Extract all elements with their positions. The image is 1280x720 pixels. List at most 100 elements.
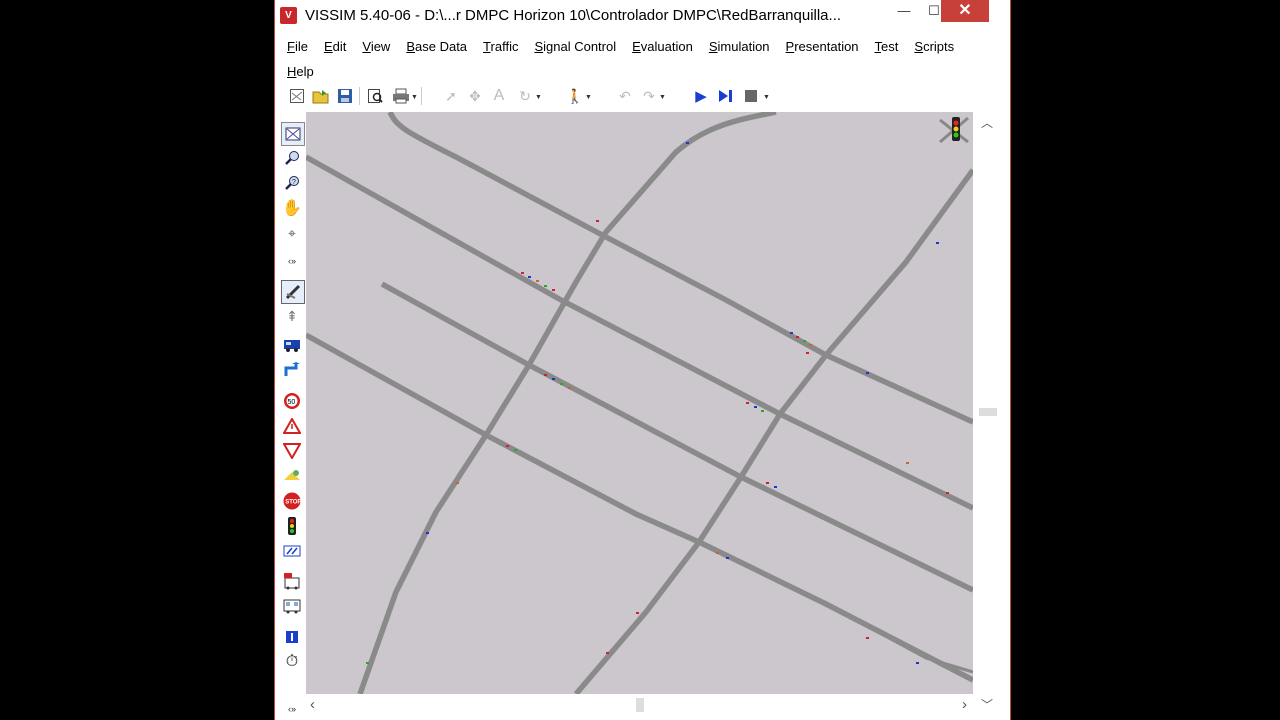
menu-help[interactable]: Help — [279, 64, 322, 79]
menu-signal-control[interactable]: Signal Control — [526, 39, 624, 54]
vissim-window: V VISSIM 5.40-06 - D:\...r DMPC Horizon … — [274, 0, 1011, 720]
rotate-dropdown-icon[interactable]: ▼ — [535, 94, 542, 101]
pan-hand-icon[interactable]: ✋ — [281, 197, 303, 219]
zoom-extents-icon[interactable] — [281, 122, 305, 146]
road-link — [387, 112, 973, 425]
collapse-icon[interactable]: ‹» — [281, 250, 303, 272]
minimize-button[interactable]: — — [887, 0, 921, 22]
vehicles — [366, 142, 949, 664]
stop-sign-icon[interactable]: STOP — [281, 490, 303, 512]
multi-select-icon[interactable]: ✥ — [465, 86, 485, 106]
menu-edit[interactable]: Edit — [316, 39, 354, 54]
open-file-icon[interactable] — [311, 86, 331, 106]
menu-accelerator: S — [534, 39, 544, 54]
menu-label-rest: ase Data — [415, 39, 468, 54]
print-preview-icon[interactable] — [365, 86, 385, 106]
speed-limit-icon[interactable]: 50 — [281, 390, 303, 412]
redo-dropdown-icon[interactable]: ▼ — [659, 94, 666, 101]
road-link — [306, 154, 973, 511]
priority-rule-icon[interactable] — [281, 415, 303, 437]
vertical-scroll-thumb[interactable] — [979, 408, 997, 416]
new-network-icon[interactable] — [287, 86, 307, 106]
connector-mode-icon[interactable]: ⇞ — [281, 305, 303, 327]
menu-label-rest: est — [881, 39, 899, 54]
menu-label-rest: iew — [370, 39, 391, 54]
menu-accelerator: E — [323, 39, 333, 54]
menu-row-1: File Edit View Base Data Traffic Signal Contr… — [279, 34, 969, 59]
menu-label-rest: ignal Control — [543, 39, 617, 54]
stop-simulation-icon[interactable] — [741, 86, 761, 106]
undo-icon[interactable]: ↶ — [615, 86, 635, 106]
title-bar: V VISSIM 5.40-06 - D:\...r DMPC Horizon … — [275, 0, 1010, 31]
data-collection-icon[interactable] — [281, 540, 303, 562]
print-icon[interactable] — [391, 86, 411, 106]
menu-label-rest: imulation — [717, 39, 770, 54]
timer-icon[interactable]: ⏱ — [281, 651, 303, 673]
svg-text:?: ? — [292, 179, 296, 186]
conflict-area-icon[interactable] — [281, 440, 303, 462]
routing-icon[interactable] — [281, 359, 303, 381]
menu-label-rest: cripts — [923, 39, 955, 54]
expand-icon[interactable]: ‹» — [281, 698, 303, 720]
menu-scripts[interactable]: Scripts — [906, 39, 962, 54]
network-toolbar: ? ✋ ⌖ ‹» ⇞ 50 STOP ⏱ ‹» — [279, 112, 305, 720]
road-link — [725, 298, 807, 346]
stop-dropdown-icon[interactable]: ▼ — [763, 94, 770, 101]
road-network[interactable] — [306, 112, 973, 694]
signal-head-icon[interactable] — [281, 515, 303, 537]
menu-label-rest: elp — [296, 64, 314, 79]
menu-accelerator: S — [914, 39, 924, 54]
transit-stop-icon[interactable] — [281, 570, 303, 592]
vehicle-inputs-icon[interactable] — [281, 334, 303, 356]
node-icon[interactable] — [281, 626, 303, 648]
menu-presentation[interactable]: Presentation — [778, 39, 867, 54]
close-button[interactable]: ✕ — [941, 0, 989, 22]
menu-accelerator: V — [362, 39, 371, 54]
menu-accelerator: S — [708, 39, 718, 54]
scroll-down-icon[interactable]: ﹀ — [981, 696, 993, 713]
print-dropdown-icon[interactable]: ▼ — [411, 94, 418, 101]
select-pointer-icon[interactable]: ➚ — [441, 86, 461, 106]
menu-test[interactable]: Test — [867, 39, 907, 54]
menu-accelerator: F — [287, 39, 295, 54]
horizontal-scroll-thumb[interactable] — [636, 698, 644, 712]
scroll-up-icon[interactable]: ︿ — [981, 114, 993, 131]
menu-accelerator: E — [632, 39, 641, 54]
single-step-icon[interactable] — [715, 86, 735, 106]
menu-file[interactable]: File — [279, 39, 316, 54]
menu-bar: File Edit View Base Data Traffic Signal Contr… — [279, 34, 969, 84]
menu-evaluation[interactable]: Evaluation — [624, 39, 701, 54]
road-link — [573, 168, 973, 694]
menu-traffic[interactable]: Traffic — [475, 39, 526, 54]
menu-label-rest: ile — [294, 39, 308, 54]
vertical-scrollbar[interactable]: ︿ ﹀ — [975, 112, 999, 712]
road-link — [357, 112, 777, 694]
pedestrian-icon[interactable]: 🚶 — [565, 86, 585, 106]
menu-simulation[interactable]: Simulation — [701, 39, 778, 54]
rotate-icon[interactable]: ↻ — [515, 86, 535, 106]
transit-line-icon[interactable] — [281, 595, 303, 617]
window-title: VISSIM 5.40-06 - D:\...r DMPC Horizon 10… — [305, 7, 842, 24]
menu-accelerator: H — [287, 64, 297, 79]
menu-view[interactable]: View — [354, 39, 398, 54]
road-link — [380, 281, 973, 593]
detector-icon[interactable] — [281, 465, 303, 487]
pedestrian-dropdown-icon[interactable]: ▼ — [585, 94, 592, 101]
run-simulation-icon[interactable]: ▶ — [691, 86, 711, 106]
menu-base-data[interactable]: Base Data — [398, 39, 475, 54]
scroll-left-icon[interactable]: ‹ — [310, 696, 315, 713]
links-mode-icon[interactable] — [281, 280, 305, 304]
save-icon[interactable] — [335, 86, 355, 106]
redo-icon[interactable]: ↷ — [639, 86, 659, 106]
zoom-out-icon[interactable]: ? — [281, 172, 303, 194]
menu-label-rest: resentation — [794, 39, 859, 54]
scroll-right-icon[interactable]: › — [962, 696, 967, 713]
rotate-view-icon[interactable]: ⌖ — [281, 222, 303, 244]
network-editor-canvas[interactable] — [306, 112, 973, 694]
horizontal-scrollbar[interactable]: ‹ › — [306, 694, 973, 716]
svg-text:STOP: STOP — [285, 500, 301, 506]
vissim-logo-icon[interactable]: V — [280, 7, 297, 24]
label-tool-icon[interactable]: A — [489, 86, 509, 106]
zoom-in-icon[interactable] — [281, 147, 303, 169]
main-toolbar: ▼ ➚ ✥ A ↻ ▼ 🚶 ▼ ↶ ↷ ▼ ▶ ▼ — [279, 84, 999, 110]
